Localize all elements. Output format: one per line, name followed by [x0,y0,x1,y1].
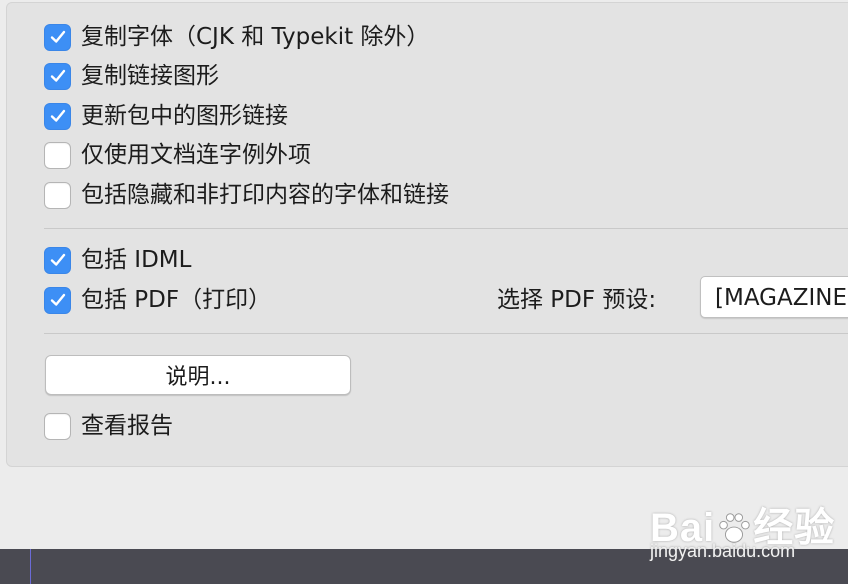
instructions-button[interactable]: 说明... [45,355,351,395]
option-update-graphic-links[interactable]: 更新包中的图形链接 [44,101,288,131]
divider [44,228,848,229]
checkmark-icon [50,30,65,43]
copy-fonts-checkbox[interactable] [44,23,71,51]
checkmark-icon [50,293,65,306]
copy-linked-graphics-label: 复制链接图形 [81,63,219,89]
option-include-idml[interactable]: 包括 IDML [44,245,191,275]
window-edge [30,549,31,584]
include-pdf-label: 包括 PDF（打印） [81,287,272,313]
watermark-url: jingyan.baidu.com [650,541,796,561]
checkmark-icon [50,109,65,122]
pdf-preset-value: [MAGAZINE [715,285,847,311]
checkmark-icon [50,253,65,266]
option-copy-fonts[interactable]: 复制字体（CJK 和 Typekit 除外） [44,22,429,52]
pdf-preset-select[interactable]: [MAGAZINE [700,276,848,318]
option-include-pdf[interactable]: 包括 PDF（打印） [44,285,271,315]
include-hidden-content-checkbox[interactable] [44,181,71,209]
option-view-report[interactable]: 查看报告 [44,411,173,441]
update-graphic-links-checkbox[interactable] [44,102,71,130]
include-idml-label: 包括 IDML [81,247,192,273]
copy-linked-graphics-checkbox[interactable] [44,62,71,90]
checkmark-icon [50,69,65,82]
copy-fonts-label: 复制字体（CJK 和 Typekit 除外） [81,24,430,50]
option-hyphenation-exceptions[interactable]: 仅使用文档连字例外项 [44,140,311,170]
hyphenation-exceptions-label: 仅使用文档连字例外项 [81,142,311,168]
option-copy-linked-graphics[interactable]: 复制链接图形 [44,61,219,91]
pdf-preset-label: 选择 PDF 预设: [497,287,657,313]
baidu-watermark: Bai 经验 jingyan.baidu.com [650,495,834,565]
divider [44,333,848,334]
view-report-checkbox[interactable] [44,412,71,440]
hyphenation-exceptions-checkbox[interactable] [44,141,71,169]
include-hidden-content-label: 包括隐藏和非打印内容的字体和链接 [81,182,449,208]
view-report-label: 查看报告 [81,413,173,439]
option-include-hidden-content[interactable]: 包括隐藏和非打印内容的字体和链接 [44,180,449,210]
include-idml-checkbox[interactable] [44,246,71,274]
update-graphic-links-label: 更新包中的图形链接 [81,103,288,129]
include-pdf-checkbox[interactable] [44,286,71,314]
